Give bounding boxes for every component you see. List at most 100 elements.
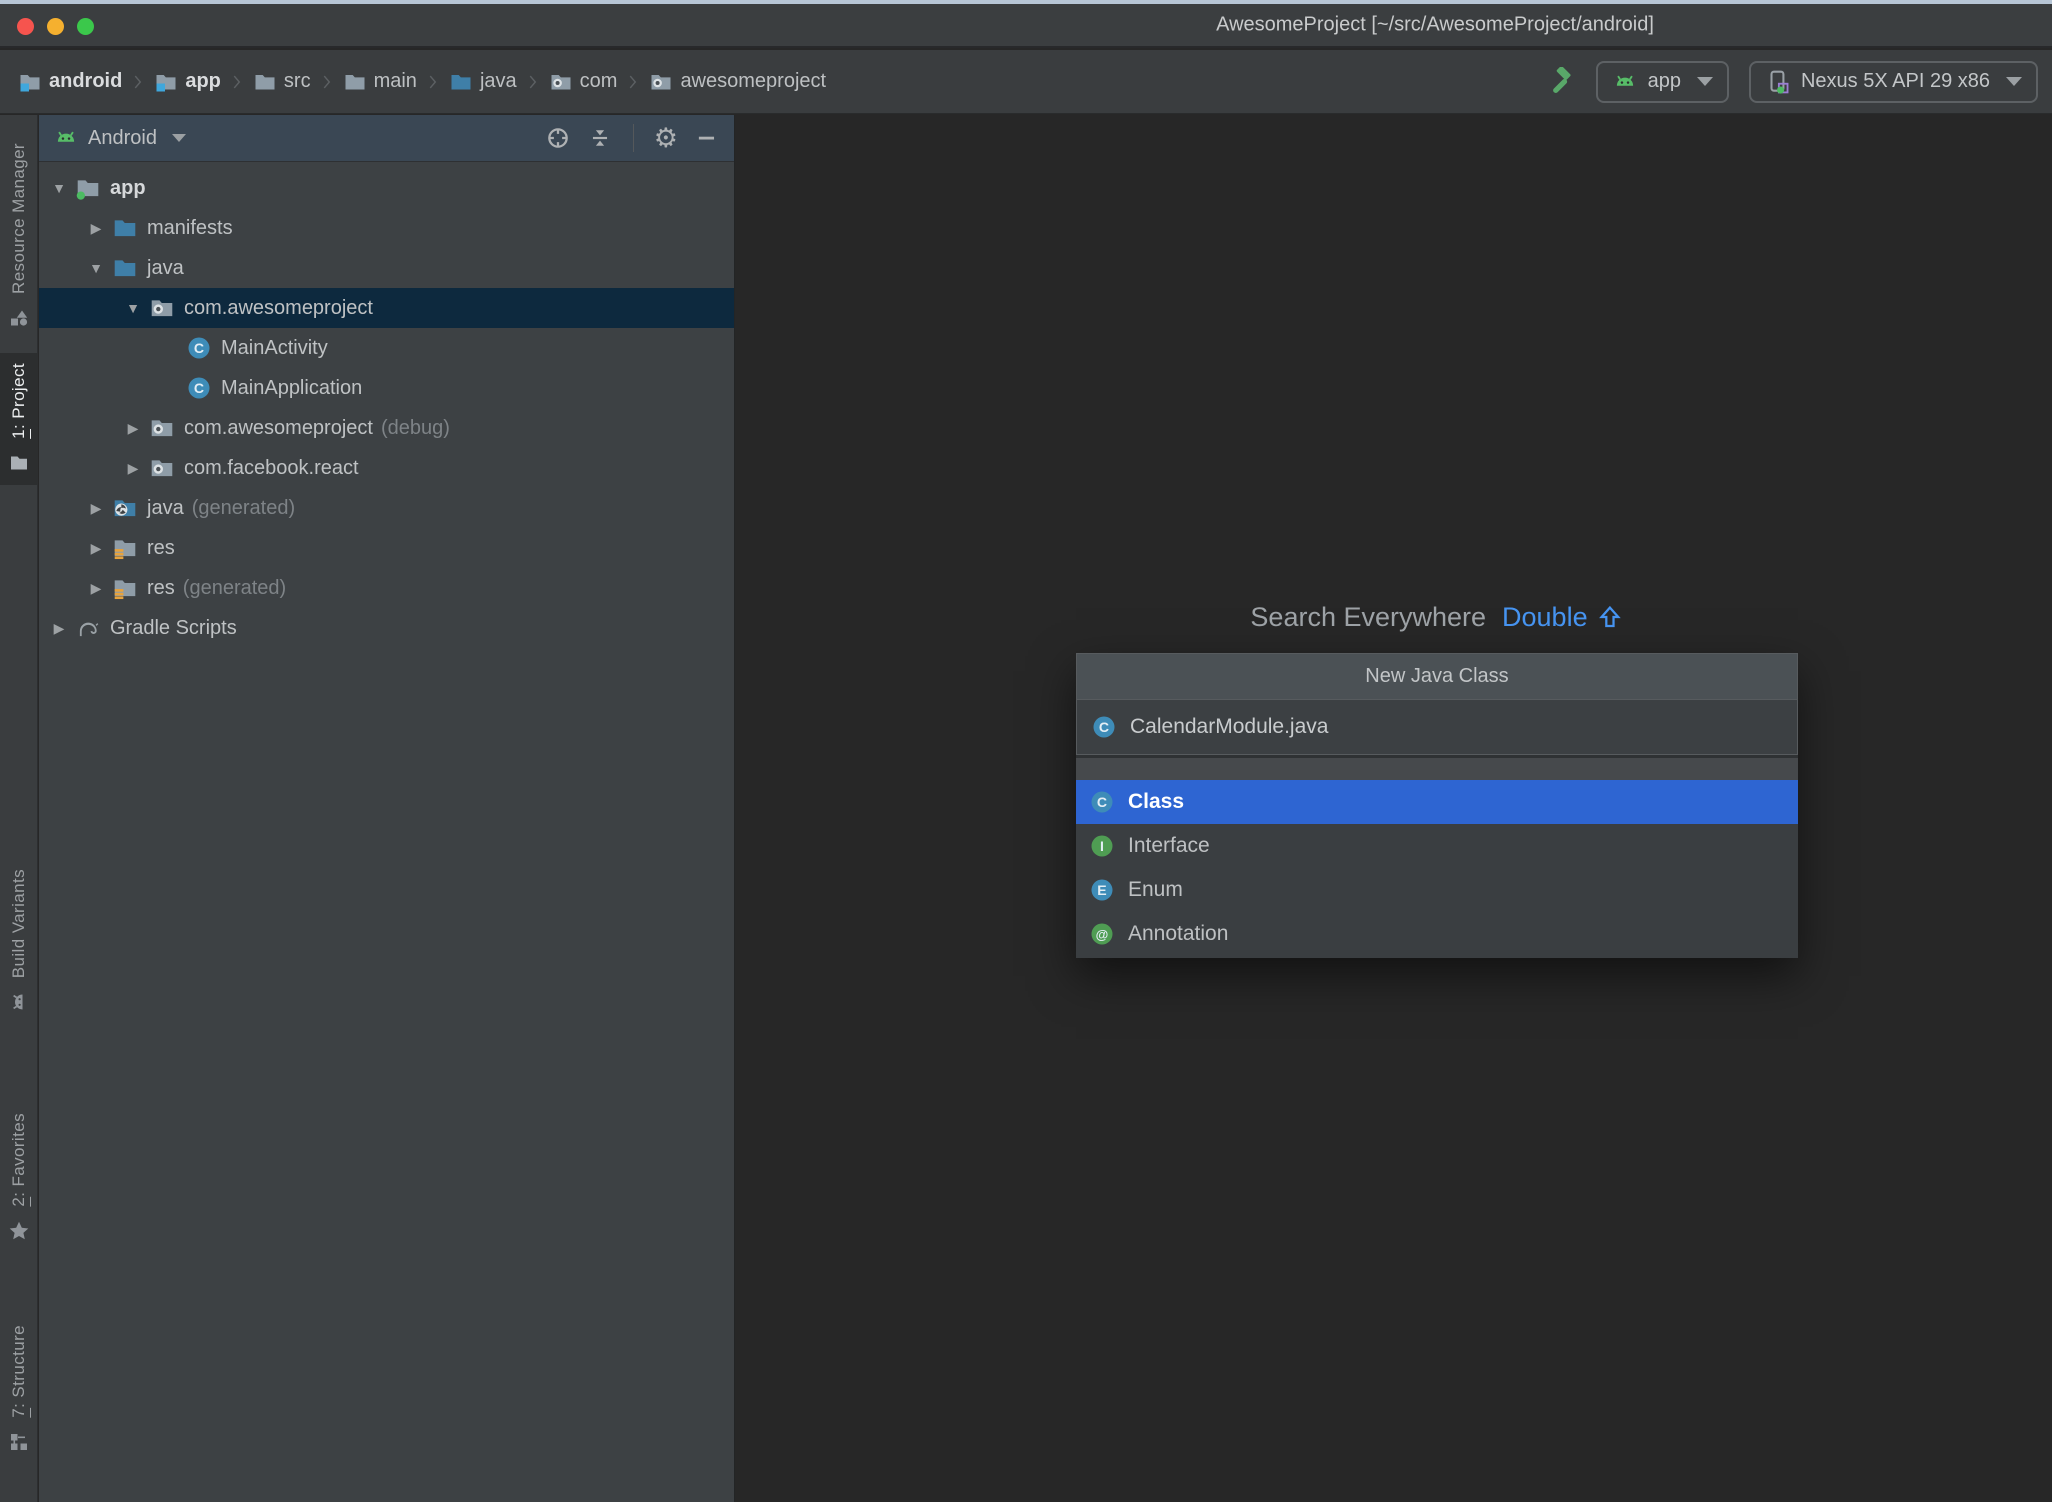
svg-text:@: @ (1096, 927, 1109, 942)
locate-icon[interactable] (545, 125, 571, 151)
tree-item-com.awesomeproject[interactable]: ▼ com.awesomeproject (39, 288, 734, 328)
breadcrumb-item-java[interactable]: java (449, 70, 517, 94)
tree-item-gradle-scripts[interactable]: ▶ Gradle Scripts (39, 608, 734, 648)
collapse-all-icon[interactable] (587, 125, 613, 151)
popup-separator-band (1076, 755, 1798, 780)
package-icon (149, 295, 175, 321)
tool-window-button-resource-manager[interactable]: Resource Manager (0, 133, 38, 340)
settings-gear-icon[interactable]: ⚙ (654, 124, 678, 152)
class-name-input[interactable]: C CalendarModule.java (1077, 699, 1797, 754)
search-everywhere-hint: Search Everywhere Double (1250, 602, 1623, 633)
class-icon: C (186, 335, 212, 361)
breadcrumb-item-src[interactable]: src (253, 70, 311, 94)
shift-arrow-icon (1597, 604, 1624, 631)
device-dropdown[interactable]: Nexus 5X API 29 x86 (1748, 60, 2038, 103)
tool-window-label: Resource Manager (9, 143, 28, 294)
tree-item-java[interactable]: ▼ java (39, 248, 734, 288)
breadcrumb-item-app[interactable]: app (154, 70, 221, 94)
chevron-separator-icon (622, 71, 644, 93)
chevron-down-icon (171, 134, 186, 142)
chevron-down-icon (1696, 77, 1713, 86)
svg-text:C: C (1097, 794, 1107, 810)
android-icon (1612, 69, 1638, 95)
tree-item-java[interactable]: ▶ java (generated) (39, 488, 734, 528)
tool-window-button-2-favorites[interactable]: 2: Favorites (0, 1103, 38, 1253)
navigation-bar: android app src main java com awesomeproject a… (0, 50, 2052, 114)
tree-item-res[interactable]: ▶ res (generated) (39, 568, 734, 608)
kind-option-label: Interface (1128, 834, 1210, 857)
kind-option-interface[interactable]: I Interface (1076, 824, 1798, 868)
breadcrumb-label: android (49, 70, 123, 92)
tree-item-label: manifests (147, 216, 233, 239)
expand-arrow-icon[interactable]: ▶ (86, 580, 106, 597)
editor-area: Search Everywhere Double New Java Class … (736, 115, 2052, 1502)
kind-option-class[interactable]: C Class (1076, 780, 1798, 824)
breadcrumb-item-awesomeproject[interactable]: awesomeproject (649, 70, 826, 94)
collapse-arrow-icon[interactable]: ▼ (86, 260, 106, 276)
chevron-separator-icon (316, 71, 338, 93)
expand-arrow-icon[interactable]: ▶ (123, 420, 143, 437)
tree-item-label: com.facebook.react (184, 456, 359, 479)
source-folder-icon (112, 255, 138, 281)
collapse-arrow-icon[interactable]: ▼ (123, 300, 143, 316)
breadcrumb-label: app (185, 70, 221, 92)
tree-item-suffix: (generated) (182, 576, 287, 599)
tool-window-label: 2: Favorites (9, 1113, 28, 1207)
package-icon (149, 455, 175, 481)
hide-panel-icon[interactable] (694, 125, 720, 151)
tool-window-label: 1: Project (9, 363, 28, 439)
gradle-icon (75, 615, 101, 641)
collapse-arrow-icon[interactable]: ▼ (49, 180, 69, 196)
kind-option-annotation[interactable]: @ Annotation (1076, 912, 1798, 956)
tree-item-manifests[interactable]: ▶ manifests (39, 208, 734, 248)
resource-manager-icon (7, 306, 31, 330)
kind-option-enum[interactable]: E Enum (1076, 868, 1798, 912)
close-button[interactable] (17, 18, 34, 35)
class-icon: C (1089, 789, 1115, 815)
window-controls (17, 18, 94, 35)
svg-text:I: I (1100, 838, 1104, 854)
window-title: AwesomeProject [~/src/AwesomeProject/and… (1216, 13, 1654, 36)
expand-arrow-icon[interactable]: ▶ (123, 460, 143, 477)
tree-item-label: app (110, 176, 146, 199)
tree-item-com.awesomeproject[interactable]: ▶ com.awesomeproject (debug) (39, 408, 734, 448)
tree-item-com.facebook.react[interactable]: ▶ com.facebook.react (39, 448, 734, 488)
svg-text:C: C (1099, 719, 1109, 735)
project-panel-header: Android ⚙ (39, 115, 734, 162)
popup-headbox: New Java Class C CalendarModule.java (1076, 653, 1798, 755)
res-folder-icon (112, 575, 138, 601)
run-toolbar: app Nexus 5X API 29 x86 (1546, 50, 2038, 113)
project-view-selector[interactable]: Android (53, 125, 186, 151)
expand-arrow-icon[interactable]: ▶ (86, 220, 106, 237)
expand-arrow-icon[interactable]: ▶ (49, 620, 69, 637)
breadcrumb-label: src (283, 70, 311, 92)
breadcrumb-item-main[interactable]: main (343, 70, 417, 94)
project-view-label: Android (88, 126, 157, 149)
breadcrumb-item-com[interactable]: com (549, 70, 618, 94)
tree-item-res[interactable]: ▶ res (39, 528, 734, 568)
minimize-button[interactable] (47, 18, 64, 35)
device-label: Nexus 5X API 29 x86 (1800, 70, 1990, 92)
project-tree: ▼ app ▶ manifests ▼ java ▼ com.awesomeproject C… (39, 162, 734, 648)
run-config-dropdown[interactable]: app (1595, 60, 1729, 103)
titlebar: AwesomeProject [~/src/AwesomeProject/and… (0, 4, 2052, 48)
tool-window-button-7-structure[interactable]: 7: Structure (0, 1315, 38, 1464)
new-java-class-popup: New Java Class C CalendarModule.java C Cl… (1076, 653, 1798, 958)
main-content: Resource Manager 1: Project Build Variants… (0, 115, 2052, 1502)
expand-arrow-icon[interactable]: ▶ (86, 500, 106, 517)
breadcrumb-item-android[interactable]: android (18, 70, 122, 94)
class-name-value: CalendarModule.java (1130, 715, 1329, 738)
tree-item-mainapplication[interactable]: C MainApplication (39, 368, 734, 408)
breadcrumb-label: com (579, 70, 618, 92)
tree-item-mainactivity[interactable]: C MainActivity (39, 328, 734, 368)
build-hammer-icon[interactable] (1546, 66, 1576, 97)
tool-window-button-build-variants[interactable]: Build Variants (0, 859, 38, 1024)
kind-option-label: Annotation (1128, 922, 1229, 945)
expand-arrow-icon[interactable]: ▶ (86, 540, 106, 557)
zoom-button[interactable] (77, 18, 94, 35)
shift-arrow-icon (1597, 604, 1624, 631)
svg-text:C: C (194, 380, 204, 396)
tree-item-app[interactable]: ▼ app (39, 168, 734, 208)
tree-item-label: res (147, 576, 175, 599)
tool-window-button-1-project[interactable]: 1: Project (0, 353, 38, 485)
